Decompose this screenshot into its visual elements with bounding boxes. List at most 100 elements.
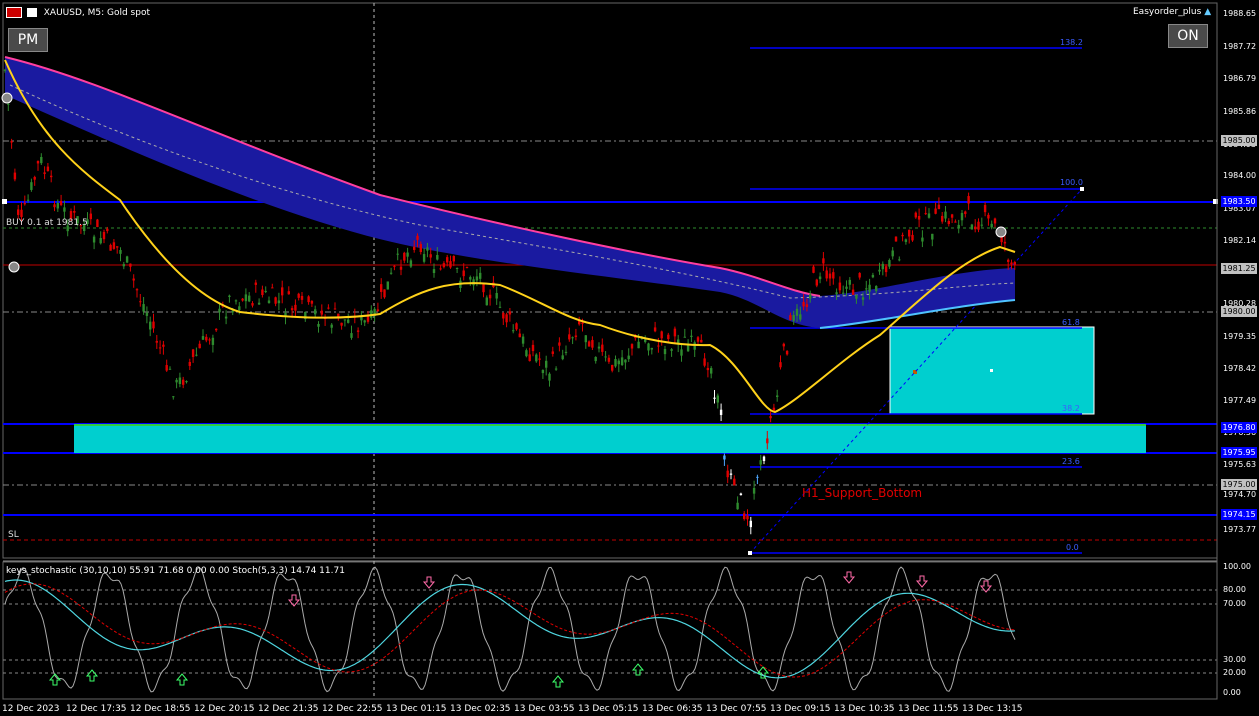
- candle-body: [109, 244, 112, 251]
- candle-body: [762, 456, 766, 461]
- candle-body: [383, 289, 386, 298]
- time-tick-label: 13 Dec 01:15: [386, 704, 447, 714]
- candle-body: [944, 211, 947, 219]
- candle-body: [815, 279, 818, 286]
- price-tick-label: 1985.86: [1223, 107, 1257, 116]
- trade-marker-icon[interactable]: [1, 92, 13, 104]
- fib-label: 38.2: [1062, 404, 1080, 413]
- candle-body: [990, 223, 993, 228]
- trade-marker-icon[interactable]: [8, 261, 20, 273]
- candle-body: [653, 327, 657, 332]
- candle-body: [759, 460, 762, 465]
- candle-body: [422, 254, 426, 262]
- candle-body: [439, 268, 442, 270]
- candle-body: [132, 278, 135, 281]
- h1-support-zone[interactable]: [74, 424, 1146, 453]
- price-tick-label: 1984.00: [1223, 171, 1257, 180]
- candle-body: [818, 276, 822, 280]
- candle-body: [548, 373, 551, 381]
- candle-body: [683, 336, 686, 338]
- candle-body: [10, 141, 13, 143]
- candle-body: [733, 478, 736, 486]
- candle-body: [155, 340, 158, 343]
- candle-body: [884, 266, 888, 273]
- pm-button[interactable]: PM: [8, 28, 48, 52]
- candle-body: [347, 319, 350, 323]
- candle-body: [135, 289, 139, 291]
- stoch-tick-label: 30.00: [1223, 655, 1246, 664]
- candle-body: [102, 232, 106, 240]
- candle-body: [162, 344, 165, 347]
- price-chart[interactable]: [0, 0, 1259, 716]
- candle-body: [495, 293, 498, 299]
- box-mid-handle[interactable]: [990, 369, 993, 372]
- candle-body: [122, 264, 125, 267]
- candle-body: [601, 344, 604, 352]
- candle-body: [729, 473, 733, 475]
- candle-body: [825, 270, 828, 279]
- candle-body: [152, 321, 155, 329]
- arrow-up-icon: [175, 673, 189, 686]
- candle-body: [452, 256, 455, 262]
- candle-body: [429, 254, 432, 258]
- line-handle[interactable]: [2, 199, 7, 204]
- price-tick-label: 1975.63: [1223, 460, 1257, 469]
- candle-body: [954, 221, 957, 223]
- price-tick-label: 1974.70: [1223, 490, 1257, 499]
- candle-body: [205, 336, 208, 341]
- candle-body: [964, 211, 967, 214]
- candle-body: [894, 236, 898, 242]
- candle-body: [736, 502, 739, 510]
- candle-body: [898, 259, 901, 261]
- candle-body: [865, 288, 868, 290]
- candle-body: [624, 359, 627, 363]
- candle-body: [261, 289, 264, 296]
- candle-body: [119, 250, 122, 254]
- candle-body: [858, 273, 861, 278]
- candle-body: [215, 328, 218, 331]
- candle-body: [168, 368, 172, 370]
- candle-body: [792, 315, 795, 321]
- candle-body: [264, 290, 267, 292]
- candle-body: [713, 397, 716, 399]
- candle-body: [891, 250, 894, 257]
- candle-body: [620, 357, 624, 366]
- candle-body: [868, 284, 871, 292]
- candle-body: [710, 368, 713, 374]
- on-button[interactable]: ON: [1168, 24, 1208, 48]
- price-tag: 1980.00: [1221, 306, 1257, 317]
- candle-body: [696, 337, 700, 342]
- buy-order-label: BUY 0.1 at 1981.5: [6, 218, 88, 228]
- candle-body: [125, 256, 129, 263]
- ea-name-label: Easyorder_plus: [1133, 7, 1202, 17]
- candle-body: [277, 300, 281, 304]
- candle-body: [974, 226, 977, 230]
- trade-marker-icon[interactable]: [995, 226, 1007, 238]
- candle-body: [188, 361, 191, 366]
- candle-body: [218, 308, 221, 313]
- candle-body: [848, 279, 851, 285]
- candle-body: [320, 310, 323, 315]
- candle-body: [614, 359, 617, 367]
- candle-body: [604, 356, 607, 358]
- candle-body: [475, 276, 479, 281]
- candle-body: [776, 395, 779, 398]
- candle-body: [769, 416, 772, 419]
- candle-body: [297, 293, 300, 298]
- candle-body: [59, 200, 63, 206]
- candle-body: [901, 234, 904, 237]
- time-tick-label: 13 Dec 02:35: [450, 704, 511, 714]
- candle-body: [723, 455, 726, 460]
- candle-body: [271, 287, 274, 289]
- candle-body: [937, 204, 941, 210]
- candle-body: [746, 515, 749, 520]
- candle-body: [149, 321, 152, 330]
- candle-body: [861, 297, 865, 300]
- candle-body: [389, 272, 393, 274]
- candle-body: [287, 291, 290, 295]
- candle-body: [538, 358, 541, 360]
- cloud-band: [5, 57, 1015, 328]
- candle-body: [581, 322, 584, 324]
- candle-body: [766, 438, 769, 444]
- candle-body: [208, 339, 211, 341]
